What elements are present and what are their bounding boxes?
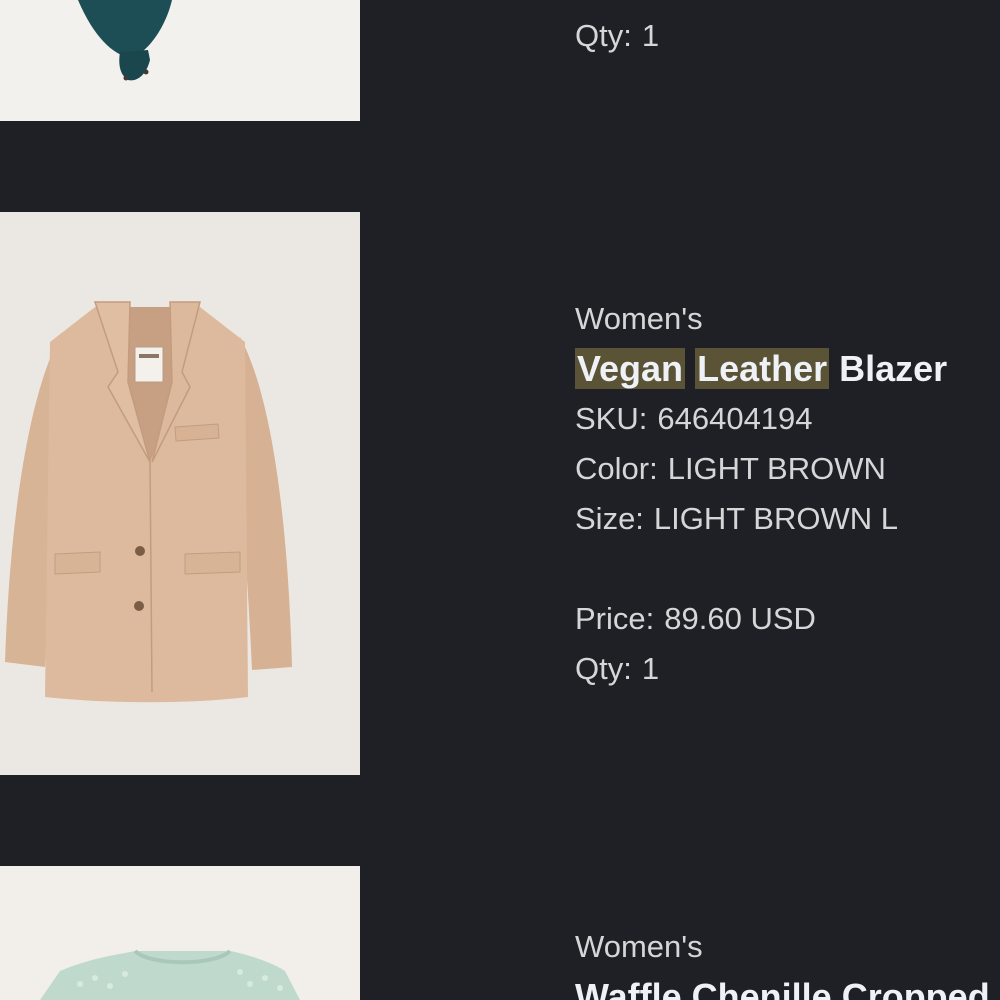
color-label: Color: bbox=[575, 451, 658, 486]
quantity-row: Qty: 1 bbox=[575, 644, 947, 694]
product-title[interactable]: Vegan Leather Blazer bbox=[575, 344, 947, 394]
item-1-details: Qty: 1 bbox=[575, 11, 659, 61]
product-category: Women's bbox=[575, 929, 703, 964]
order-items-list: Qty: 1 Women's Vegan Leather Blazer SKU:… bbox=[0, 0, 1000, 1000]
product-image-vegan-leather-blazer[interactable] bbox=[0, 212, 360, 775]
item-3-details: Women's Waffle Chenille Cropped bbox=[575, 922, 990, 1000]
color-value: LIGHT BROWN bbox=[667, 451, 886, 486]
sku-value: 646404194 bbox=[657, 401, 813, 436]
size-value: LIGHT BROWN L bbox=[653, 501, 898, 536]
title-word: Blazer bbox=[839, 348, 948, 389]
color-row: Color: LIGHT BROWN bbox=[575, 444, 947, 494]
qty-label: Qty: bbox=[575, 651, 632, 686]
mint-sweater-image bbox=[40, 949, 300, 1000]
sku-row: SKU: 646404194 bbox=[575, 394, 947, 444]
qty-label: Qty: bbox=[575, 18, 632, 53]
product-image-waffle-chenille[interactable] bbox=[0, 866, 360, 1000]
product-category: Women's bbox=[575, 301, 703, 336]
item-2-details: Women's Vegan Leather Blazer SKU: 6464041… bbox=[575, 294, 947, 694]
qty-value: 1 bbox=[641, 651, 660, 686]
title-word-highlighted: Leather bbox=[695, 348, 830, 389]
light-brown-blazer-image bbox=[5, 301, 292, 703]
quantity-row: Qty: 1 bbox=[575, 11, 659, 61]
price-label: Price: bbox=[575, 601, 655, 636]
title-word-highlighted: Vegan bbox=[575, 348, 686, 389]
teal-bodysuit-image bbox=[78, 0, 172, 81]
product-title[interactable]: Waffle Chenille Cropped bbox=[575, 972, 990, 1000]
price-value: 89.60 USD bbox=[664, 601, 816, 636]
product-image-teal-bodysuit[interactable] bbox=[0, 0, 360, 121]
price-row: Price: 89.60 USD bbox=[575, 594, 947, 644]
size-row: Size: LIGHT BROWN L bbox=[575, 494, 947, 544]
sku-label: SKU: bbox=[575, 401, 648, 436]
qty-value: 1 bbox=[641, 18, 660, 53]
size-label: Size: bbox=[575, 501, 644, 536]
